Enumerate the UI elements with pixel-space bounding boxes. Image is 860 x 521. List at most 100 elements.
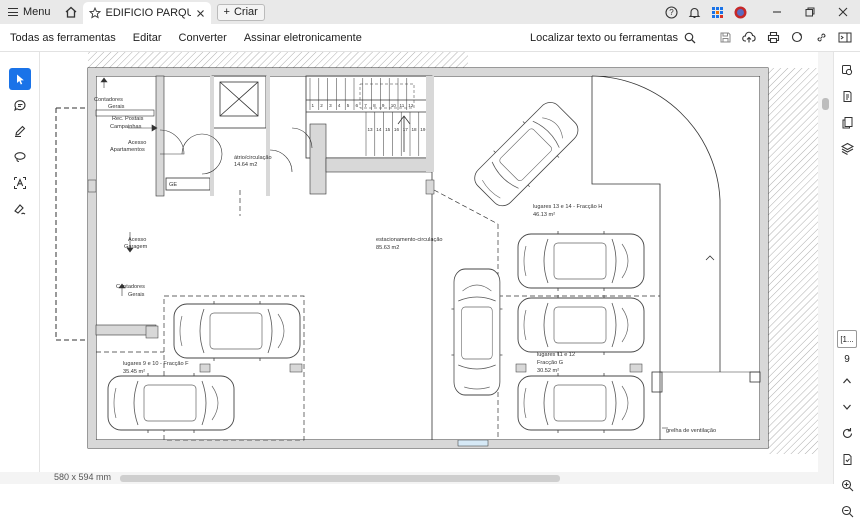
star-icon[interactable] (88, 7, 101, 19)
text-box-icon (13, 177, 26, 189)
label-fracao-g-1: lugares 11 e 12 (537, 352, 575, 358)
print-icon[interactable] (766, 31, 780, 45)
label-fracao-h-1: lugares 13 e 14 - Fracção H (533, 204, 602, 210)
label-acesso-apart-1: Acesso (128, 140, 146, 146)
sidebar-toggle-icon[interactable] (838, 31, 852, 45)
close-tab-icon[interactable] (196, 9, 205, 18)
text-select-tool[interactable] (9, 172, 31, 194)
document-canvas[interactable]: 1 2 3 4 5 6 7 8 9 10 11 12 13 14 15 16 17 18 19 (40, 52, 818, 472)
stair-number: 19 (420, 127, 426, 132)
link-icon[interactable] (814, 31, 828, 45)
label-contadores-top-2: Gerais (108, 104, 125, 110)
upload-icon[interactable] (742, 31, 756, 45)
stair-number: 2 (320, 103, 323, 108)
stair-number: 4 (338, 103, 341, 108)
label-grelha: grelha de ventilação (666, 428, 716, 434)
label-fracao-g-2: Fracção G (537, 360, 563, 366)
cursor-icon (16, 74, 24, 84)
zoom-out-icon (841, 505, 853, 517)
pages-button[interactable] (837, 112, 857, 132)
right-tools-rail: [1... 9 (833, 52, 860, 517)
lasso-tool[interactable] (9, 146, 31, 168)
layers-search-icon (841, 64, 852, 75)
label-estacionamento-1: estacionamento-circulação (376, 237, 443, 243)
comments-panel-button[interactable] (837, 60, 857, 80)
bookmarks-button[interactable] (837, 86, 857, 106)
search-icon (684, 32, 696, 43)
car-14 (467, 95, 585, 213)
label-fracao-f-1: lugares 9 e 10 - Fracção F (123, 361, 189, 367)
car-11 (517, 294, 645, 356)
page-down-button[interactable] (837, 397, 857, 417)
layers-icon (840, 142, 854, 155)
zoom-out-button[interactable] (837, 501, 857, 521)
car-13 (517, 230, 645, 292)
menu-label: Menu (23, 6, 51, 18)
page-up-button[interactable] (837, 371, 857, 391)
document-tab[interactable]: EDIFICIO PARQUE ... (82, 2, 211, 24)
main-toolbar: Todas as ferramentas Editar Converter As… (0, 24, 860, 52)
page-thumbnail-box[interactable]: [1... (837, 330, 857, 348)
stair-number: 13 (368, 127, 374, 132)
label-fracao-g-3: 30.52 m² (537, 368, 559, 374)
ai-assistant-icon[interactable] (790, 31, 804, 45)
label-fracao-h-2: 46.13 m² (533, 212, 555, 218)
select-tool[interactable] (8, 68, 31, 90)
menu-button[interactable]: Menu (0, 0, 59, 24)
label-rec-postais-1: Rec. Postais (112, 116, 144, 122)
document-check-icon (843, 453, 851, 465)
page-dimensions: 580 x 594 mm (54, 472, 112, 482)
label-contadores-bottom-1: Contadores (116, 284, 145, 290)
car-circulation (451, 268, 503, 396)
stair-number: 17 (403, 127, 409, 132)
stair-number: 7 (364, 103, 367, 108)
plus-icon: + (223, 6, 230, 18)
search-label: Localizar texto ou ferramentas (530, 31, 678, 44)
new-tab-button[interactable]: + Criar (216, 3, 265, 21)
comment-tool[interactable] (9, 94, 31, 116)
help-icon[interactable]: ? (664, 5, 678, 19)
menu-all-tools[interactable]: Todas as ferramentas (0, 32, 123, 44)
restore-icon[interactable] (803, 5, 817, 19)
stair-number: 11 (400, 103, 405, 108)
pen-icon (14, 125, 25, 138)
chevron-up-icon (843, 378, 851, 384)
rotate-button[interactable] (837, 423, 857, 443)
vertical-scroll-thumb[interactable] (822, 98, 829, 110)
extract-button[interactable] (837, 449, 857, 469)
apps-icon[interactable] (710, 5, 724, 19)
close-window-icon[interactable] (836, 5, 850, 19)
save-icon[interactable] (718, 31, 732, 45)
label-atrio-1: átrio/circulação (234, 155, 272, 161)
stair-number: 16 (394, 127, 400, 132)
zoom-in-icon (841, 479, 853, 491)
stair-number: 14 (376, 127, 382, 132)
stair-number: 6 (356, 103, 359, 108)
stair-number: 3 (329, 103, 332, 108)
label-fracao-f-2: 35.45 m² (123, 369, 145, 375)
zoom-in-button[interactable] (837, 475, 857, 495)
hamburger-icon (8, 8, 18, 16)
stair-number: 15 (385, 127, 391, 132)
avatar[interactable] (733, 5, 747, 19)
label-estacionamento-2: 85.63 m2 (376, 245, 399, 251)
page-number: 9 (844, 354, 850, 365)
draw-tool[interactable] (9, 120, 31, 142)
vertical-scrollbar[interactable] (818, 52, 833, 472)
label-acesso-apart-2: Apartamentos (110, 147, 145, 153)
menu-convert[interactable]: Converter (169, 32, 234, 44)
stair-number: 12 (408, 103, 414, 108)
label-contadores-top-1: Contadores (94, 97, 123, 103)
fill-sign-tool[interactable] (9, 198, 31, 220)
search-tools[interactable]: Localizar texto ou ferramentas (530, 32, 696, 44)
horizontal-scrollbar[interactable] (120, 475, 560, 482)
menu-sign[interactable]: Assinar eletronicamente (234, 32, 369, 44)
minimize-icon[interactable] (770, 5, 784, 19)
layers-button[interactable] (837, 138, 857, 158)
bell-icon[interactable] (687, 5, 701, 19)
menu-edit[interactable]: Editar (123, 32, 169, 44)
title-bar: Menu EDIFICIO PARQUE ... + Criar ? (0, 0, 860, 24)
home-button[interactable] (59, 0, 83, 24)
floor-plan: 1 2 3 4 5 6 7 8 9 10 11 1213 14 15 16 17 18 19 (55, 52, 818, 454)
label-contadores-bottom-2: Gerais (128, 292, 145, 298)
